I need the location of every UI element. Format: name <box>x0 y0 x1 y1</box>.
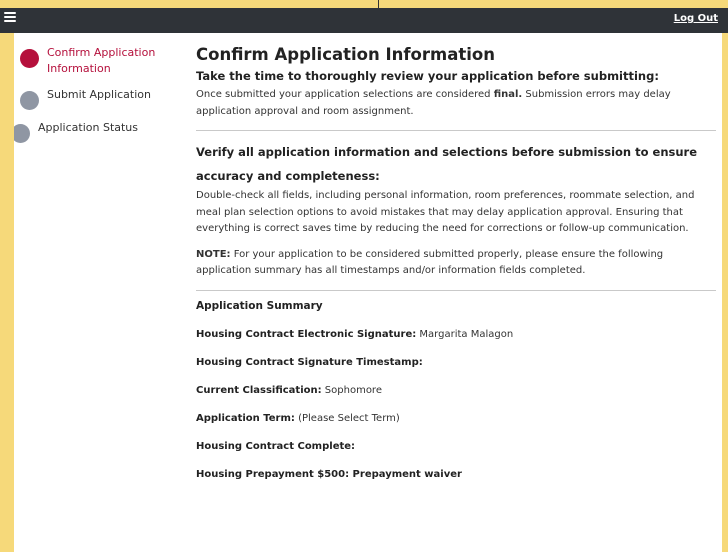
divider <box>196 289 716 291</box>
step-submit-application[interactable]: Submit Application <box>14 87 174 110</box>
top-edge-divider <box>378 0 379 8</box>
divider <box>196 130 716 131</box>
logout-link[interactable]: Log Out <box>674 13 718 24</box>
note-text: NOTE: For your application to be conside… <box>196 248 664 277</box>
step-confirm-application[interactable]: Confirm Application Information <box>14 45 174 77</box>
note-label: NOTE: <box>196 248 231 260</box>
main-content: Confirm Application Information Take the… <box>196 45 716 497</box>
final-emphasis: final. <box>493 89 523 100</box>
page-content: Confirm Application Information Submit A… <box>14 33 722 552</box>
summary-label: Housing Contract Signature Timestamp: <box>196 356 423 368</box>
verify-heading: Verify all application information and s… <box>196 145 698 183</box>
summary-row-signature-timestamp: Housing Contract Signature Timestamp: <box>196 357 716 368</box>
summary-row-contract-complete: Housing Contract Complete: <box>196 441 716 452</box>
page-title: Confirm Application Information <box>196 45 495 64</box>
progress-sidebar: Confirm Application Information Submit A… <box>14 45 174 153</box>
summary-row-signature: Housing Contract Electronic Signature: M… <box>196 329 716 340</box>
step-application-status[interactable]: Application Status <box>14 120 174 143</box>
summary-label: Current Classification: <box>196 384 322 396</box>
verify-text: Double-check all fields, including perso… <box>196 190 695 234</box>
intro-text: Once submitted your application selectio… <box>196 89 671 117</box>
summary-label: Housing Contract Complete: <box>196 440 356 452</box>
summary-label: Housing Contract Electronic Signature: <box>196 328 417 340</box>
summary-row-classification: Current Classification: Sophomore <box>196 385 716 396</box>
review-subtitle: Take the time to thoroughly review your … <box>196 69 659 83</box>
step-active-indicator-icon <box>20 49 39 68</box>
summary-row-term: Application Term: (Please Select Term) <box>196 413 716 424</box>
summary-label: Application Term: <box>196 412 295 424</box>
summary-value: Prepayment waiver <box>349 468 462 480</box>
summary-value: (Please Select Term) <box>294 412 400 424</box>
app-window: Log Out Confirm Application Information … <box>0 8 728 552</box>
step-indicator-icon <box>14 124 30 143</box>
top-edge <box>0 0 728 8</box>
step-label: Application Status <box>38 121 139 134</box>
step-label: Confirm Application Information <box>47 46 156 75</box>
summary-title: Application Summary <box>196 299 323 312</box>
summary-row-prepayment: Housing Prepayment $500: Prepayment waiv… <box>196 469 716 480</box>
step-label: Submit Application <box>47 88 151 101</box>
menu-icon[interactable] <box>4 12 16 22</box>
summary-label: Housing Prepayment $500: <box>196 468 350 480</box>
step-indicator-icon <box>20 91 39 110</box>
summary-value: Sophomore <box>321 384 382 396</box>
top-navbar: Log Out <box>0 8 728 33</box>
summary-value: Margarita Malagon <box>416 328 514 340</box>
